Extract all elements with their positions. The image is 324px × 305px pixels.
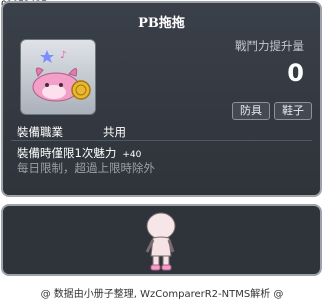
tag-armor: 防具 — [232, 102, 270, 120]
item-icon: ♪ — [20, 39, 96, 115]
item-title: PB拖拖 — [138, 16, 185, 31]
desc-line-1: 裝備時僅限1次魅力 +40 — [17, 145, 141, 161]
item-tooltip: PB拖拖 ♪ 戰鬥力提升量 0 防具 鞋子 裝備職業 共用 裝備時僅限1次魅力 +… — [1, 1, 322, 197]
divider — [11, 140, 312, 141]
character-preview — [1, 204, 322, 276]
job-value: 共用 — [103, 125, 126, 139]
pink-pig-shoe-icon: ♪ — [32, 50, 91, 102]
svg-text:♪: ♪ — [60, 50, 66, 61]
tag-shoes: 鞋子 — [274, 102, 312, 120]
combat-power-value: 0 — [287, 59, 304, 87]
desc-line-2: 每日限制，超過上限時除外 — [17, 161, 155, 175]
charm-bonus: +40 — [122, 150, 142, 160]
footer-credit: @ 数据由小册子整理, WzComparerR2-NTMS解析 @ — [40, 289, 284, 300]
desc-text: 裝備時僅限1次魅力 — [17, 146, 117, 160]
character-avatar — [145, 212, 176, 271]
job-label: 裝備職業 — [17, 125, 63, 139]
combat-power-label: 戰鬥力提升量 — [235, 39, 304, 53]
